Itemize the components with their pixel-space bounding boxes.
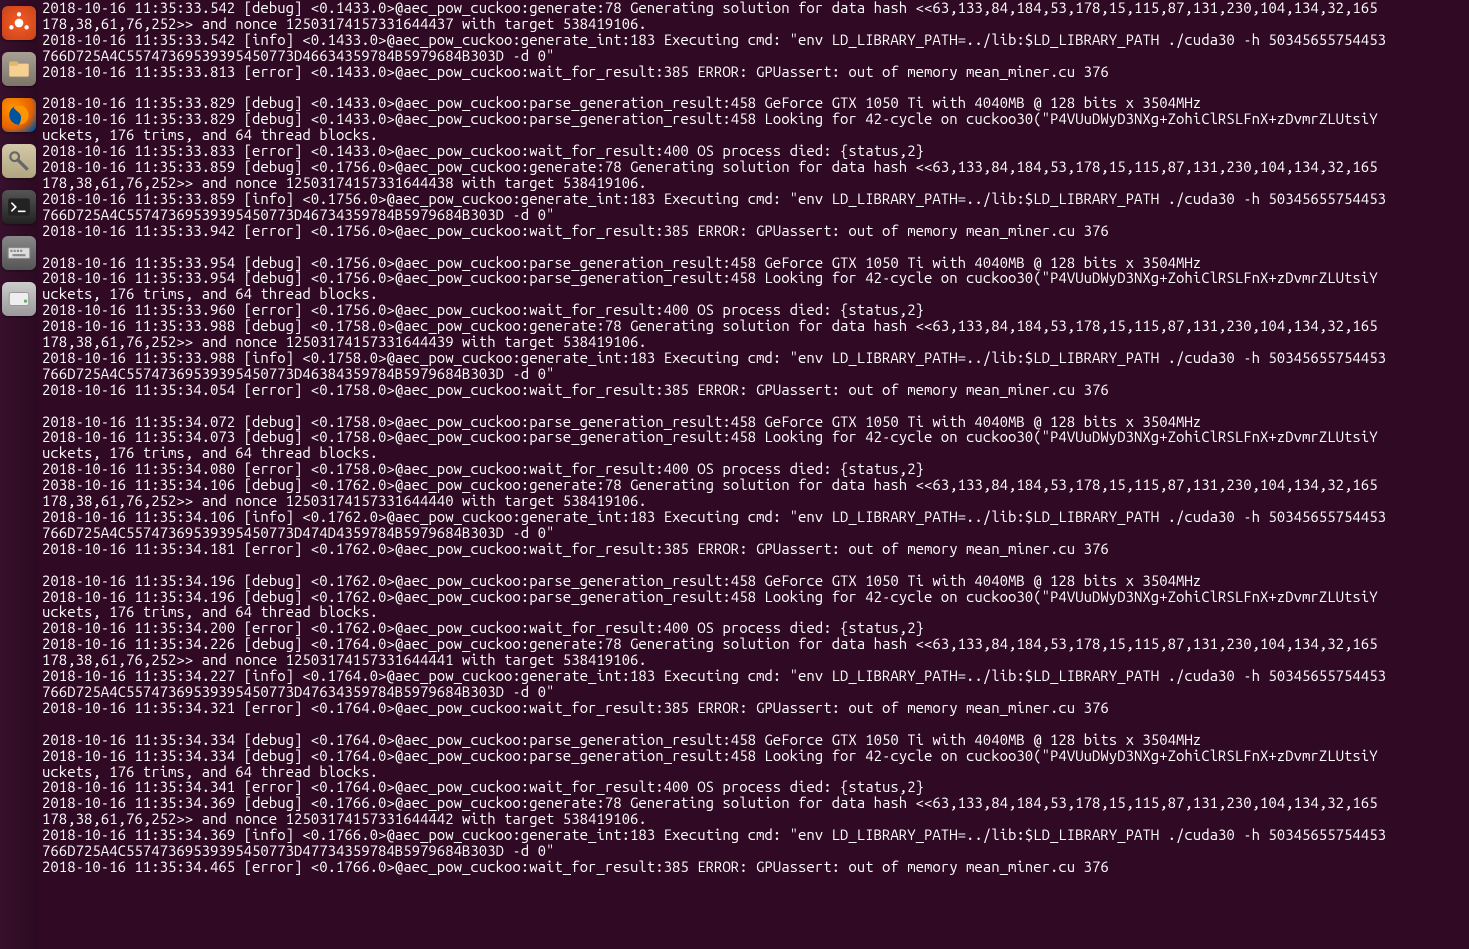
log-line: 178,38,61,76,252>> and nonce 12503174157… (42, 493, 1465, 509)
log-line: 2038-10-16 11:35:34.106 [debug] <0.1762.… (42, 477, 1465, 493)
ubuntu-logo-icon (6, 10, 32, 36)
log-line: 2018-10-16 11:35:33.954 [debug] <0.1756.… (42, 270, 1465, 286)
log-line (42, 716, 1465, 732)
log-line: 766D725A4C55747369539395450773D463843597… (42, 366, 1465, 382)
log-line: 766D725A4C55747369539395450773D467343597… (42, 207, 1465, 223)
log-line: 2018-10-16 11:35:34.226 [debug] <0.1764.… (42, 636, 1465, 652)
log-line: 2018-10-16 11:35:34.196 [debug] <0.1762.… (42, 573, 1465, 589)
log-line: 2018-10-16 11:35:33.829 [debug] <0.1433.… (42, 95, 1465, 111)
log-line: 178,38,61,76,252>> and nonce 12503174157… (42, 334, 1465, 350)
log-line: 178,38,61,76,252>> and nonce 12503174157… (42, 652, 1465, 668)
log-line: 2018-10-16 11:35:34.072 [debug] <0.1758.… (42, 414, 1465, 430)
log-line: 2018-10-16 11:35:33.988 [debug] <0.1758.… (42, 318, 1465, 334)
log-line (42, 80, 1465, 96)
folder-icon (6, 56, 32, 82)
disk-icon[interactable] (2, 282, 36, 316)
log-line: 766D725A4C55747369539395450773D466343597… (42, 48, 1465, 64)
dash-icon[interactable] (2, 6, 36, 40)
settings-icon[interactable] (2, 144, 36, 178)
terminal-prompt-icon (6, 194, 32, 220)
log-line: 2018-10-16 11:35:33.542 [info] <0.1433.0… (42, 32, 1465, 48)
log-line: 2018-10-16 11:35:34.106 [info] <0.1762.0… (42, 509, 1465, 525)
log-line: 2018-10-16 11:35:34.369 [debug] <0.1766.… (42, 795, 1465, 811)
log-line: 2018-10-16 11:35:33.859 [debug] <0.1756.… (42, 159, 1465, 175)
terminal-app-icon[interactable] (2, 190, 36, 224)
log-line (42, 239, 1465, 255)
log-line (42, 557, 1465, 573)
keyboard-keys-icon (6, 240, 32, 266)
log-line: 2018-10-16 11:35:33.942 [error] <0.1756.… (42, 223, 1465, 239)
files-icon[interactable] (2, 52, 36, 86)
log-line: 2018-10-16 11:35:33.833 [error] <0.1433.… (42, 143, 1465, 159)
log-line: 2018-10-16 11:35:34.334 [debug] <0.1764.… (42, 748, 1465, 764)
keyboard-icon[interactable] (2, 236, 36, 270)
firefox-logo-icon (6, 102, 32, 128)
log-line: uckets, 176 trims, and 64 thread blocks. (42, 445, 1465, 461)
drive-icon (6, 286, 32, 312)
log-line: 2018-10-16 11:35:34.200 [error] <0.1762.… (42, 620, 1465, 636)
log-line: 766D725A4C55747369539395450773D477343597… (42, 843, 1465, 859)
log-line (42, 398, 1465, 414)
log-line: 2018-10-16 11:35:34.341 [error] <0.1764.… (42, 779, 1465, 795)
log-line: 2018-10-16 11:35:33.813 [error] <0.1433.… (42, 64, 1465, 80)
log-line: 2018-10-16 11:35:34.321 [error] <0.1764.… (42, 700, 1465, 716)
log-line: 766D725A4C55747369539395450773D474D43597… (42, 525, 1465, 541)
log-line (42, 875, 1465, 891)
log-line: 2018-10-16 11:35:33.859 [info] <0.1756.0… (42, 191, 1465, 207)
unity-launcher (0, 0, 38, 949)
log-line: 2018-10-16 11:35:34.465 [error] <0.1766.… (42, 859, 1465, 875)
log-line: uckets, 176 trims, and 64 thread blocks. (42, 604, 1465, 620)
log-line: 2018-10-16 11:35:34.054 [error] <0.1758.… (42, 382, 1465, 398)
log-line: 2018-10-16 11:35:33.988 [info] <0.1758.0… (42, 350, 1465, 366)
log-line: 2018-10-16 11:35:34.334 [debug] <0.1764.… (42, 732, 1465, 748)
log-line: uckets, 176 trims, and 64 thread blocks. (42, 127, 1465, 143)
log-line: 766D725A4C55747369539395450773D476343597… (42, 684, 1465, 700)
log-line: uckets, 176 trims, and 64 thread blocks. (42, 286, 1465, 302)
log-line: 2018-10-16 11:35:33.954 [debug] <0.1756.… (42, 255, 1465, 271)
log-line: 2018-10-16 11:35:34.369 [info] <0.1766.0… (42, 827, 1465, 843)
log-line: 2018-10-16 11:35:33.829 [debug] <0.1433.… (42, 111, 1465, 127)
terminal-output[interactable]: 2018-10-16 11:35:33.542 [debug] <0.1433.… (38, 0, 1469, 949)
log-line: 178,38,61,76,252>> and nonce 12503174157… (42, 16, 1465, 32)
log-line: 2018-10-16 11:35:33.960 [error] <0.1756.… (42, 302, 1465, 318)
log-line: uckets, 176 trims, and 64 thread blocks. (42, 764, 1465, 780)
log-line: 2018-10-16 11:35:34.181 [error] <0.1762.… (42, 541, 1465, 557)
gear-wrench-icon (6, 148, 32, 174)
log-line: 2018-10-16 11:35:34.073 [debug] <0.1758.… (42, 429, 1465, 445)
log-line: 2018-10-16 11:35:34.196 [debug] <0.1762.… (42, 589, 1465, 605)
firefox-icon[interactable] (2, 98, 36, 132)
log-line: 2018-10-16 11:35:33.542 [debug] <0.1433.… (42, 0, 1465, 16)
log-line: 178,38,61,76,252>> and nonce 12503174157… (42, 175, 1465, 191)
log-line: 2018-10-16 11:35:34.227 [info] <0.1764.0… (42, 668, 1465, 684)
log-line: 2018-10-16 11:35:34.080 [error] <0.1758.… (42, 461, 1465, 477)
log-line: 178,38,61,76,252>> and nonce 12503174157… (42, 811, 1465, 827)
